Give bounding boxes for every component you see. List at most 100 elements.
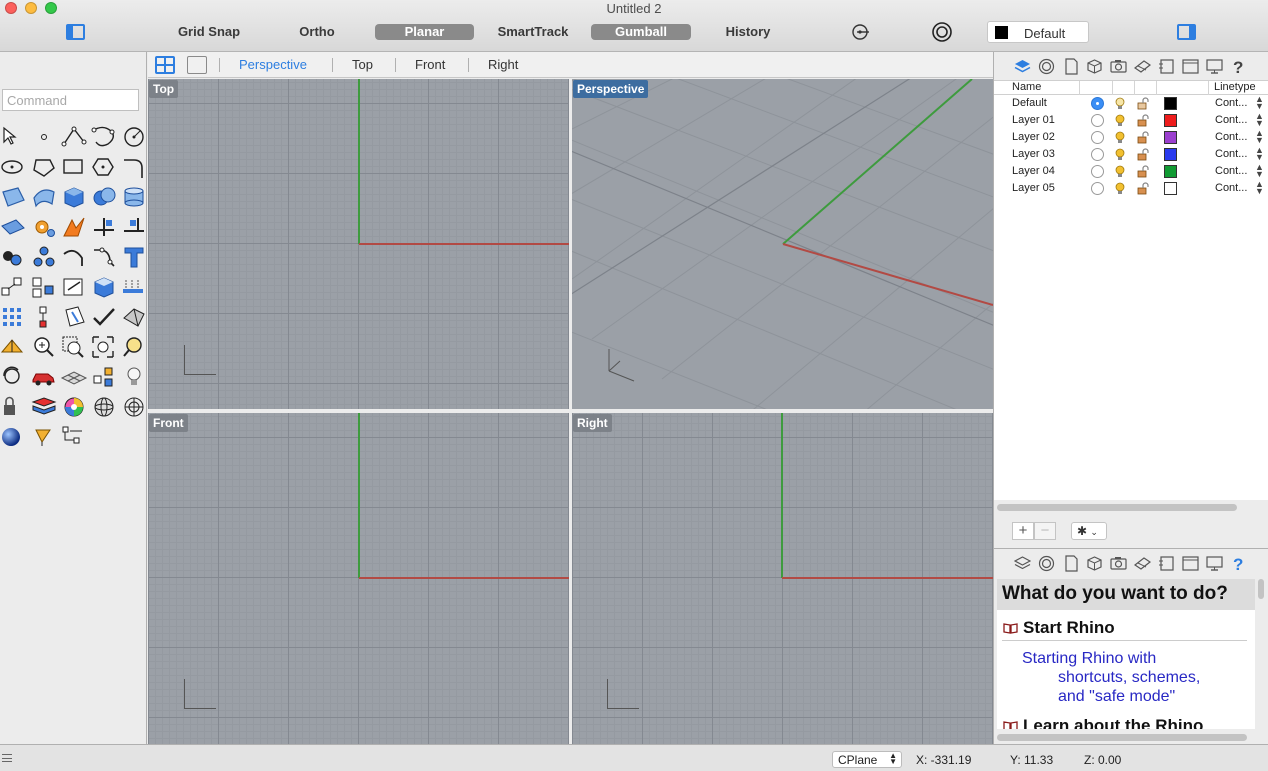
camera-icon[interactable] bbox=[1110, 58, 1127, 75]
linetype-column-header[interactable]: Linetype bbox=[1214, 81, 1256, 93]
current-layer-radio[interactable] bbox=[1091, 182, 1104, 195]
layer-row[interactable]: Layer 03 Cont... ▲ ▼ bbox=[994, 146, 1268, 163]
light-bulb-icon[interactable] bbox=[1115, 148, 1125, 161]
layer-name[interactable]: Layer 05 bbox=[1012, 182, 1055, 194]
command-input[interactable] bbox=[2, 89, 139, 111]
chevron-updown-icon[interactable]: ▲ ▼ bbox=[1255, 112, 1264, 128]
zoom-selected-icon[interactable] bbox=[120, 332, 150, 362]
transform-icon[interactable] bbox=[0, 272, 30, 302]
rebuild-icon[interactable] bbox=[30, 302, 60, 332]
help-horizontal-scrollbar[interactable] bbox=[997, 734, 1247, 741]
help-icon[interactable]: ? bbox=[1230, 555, 1247, 572]
solid-union-icon[interactable] bbox=[90, 182, 120, 212]
chevron-updown-icon[interactable]: ▲ ▼ bbox=[1255, 129, 1264, 145]
layers-horizontal-scrollbar[interactable] bbox=[997, 504, 1237, 511]
chevron-updown-icon[interactable]: ▲ ▼ bbox=[1255, 163, 1264, 179]
single-viewport-layout-icon[interactable] bbox=[187, 56, 207, 74]
starting-rhino-link[interactable]: Starting Rhino with shortcuts, schemes, … bbox=[1022, 649, 1255, 706]
layers-icon[interactable] bbox=[1014, 58, 1031, 75]
layer-linetype[interactable]: Cont... bbox=[1215, 114, 1247, 126]
display-icon[interactable] bbox=[1182, 555, 1199, 572]
document-icon[interactable] bbox=[1063, 58, 1080, 75]
mesh-box-icon[interactable] bbox=[90, 272, 120, 302]
viewport-label[interactable]: Top bbox=[149, 80, 179, 98]
unlock-icon[interactable] bbox=[1137, 114, 1149, 127]
array-icon[interactable] bbox=[30, 272, 60, 302]
chevron-updown-icon[interactable]: ▲ ▼ bbox=[1255, 180, 1264, 196]
layer-color-swatch[interactable] bbox=[1164, 97, 1177, 110]
render-mesh-icon[interactable] bbox=[120, 302, 150, 332]
materials-icon[interactable] bbox=[1134, 555, 1151, 572]
mesh-plane-icon[interactable] bbox=[0, 212, 30, 242]
color-wheel-icon[interactable] bbox=[60, 392, 90, 422]
gear-settings-icon[interactable] bbox=[30, 212, 60, 242]
layer-name[interactable]: Default bbox=[1012, 97, 1047, 109]
cube-icon[interactable] bbox=[1086, 58, 1103, 75]
dimension-icon[interactable] bbox=[60, 272, 90, 302]
layer-color-swatch[interactable] bbox=[1164, 148, 1177, 161]
tab-right[interactable]: Right bbox=[488, 57, 518, 72]
car-icon[interactable] bbox=[30, 362, 60, 392]
blend-curve-icon[interactable] bbox=[90, 242, 120, 272]
current-layer-radio[interactable] bbox=[1091, 165, 1104, 178]
layers-icon[interactable] bbox=[1014, 555, 1031, 572]
material-sphere-icon[interactable] bbox=[0, 422, 30, 452]
pan-icon[interactable] bbox=[0, 332, 30, 362]
wire-globe-icon[interactable] bbox=[120, 392, 150, 422]
layouts-icon[interactable] bbox=[1158, 58, 1175, 75]
check-icon[interactable] bbox=[90, 302, 120, 332]
cube-icon[interactable] bbox=[1086, 555, 1103, 572]
layer-options-button[interactable]: ✱ ⌄ bbox=[1071, 522, 1107, 540]
box-icon[interactable] bbox=[60, 182, 90, 212]
layouts-icon[interactable] bbox=[1158, 555, 1175, 572]
properties-icon[interactable] bbox=[1038, 58, 1055, 75]
polygon-icon[interactable] bbox=[30, 152, 60, 182]
layer-linetype[interactable]: Cont... bbox=[1215, 182, 1247, 194]
monitor-icon[interactable] bbox=[1206, 555, 1223, 572]
viewport-label[interactable]: Perspective bbox=[573, 80, 649, 98]
layer-linetype[interactable]: Cont... bbox=[1215, 148, 1247, 160]
tab-front[interactable]: Front bbox=[415, 57, 445, 72]
rotate-view-icon[interactable] bbox=[0, 362, 30, 392]
light-bulb-icon[interactable] bbox=[1115, 97, 1125, 110]
fillet-curve-icon[interactable] bbox=[120, 152, 150, 182]
lock-icon[interactable] bbox=[0, 392, 30, 422]
hexagon-icon[interactable] bbox=[90, 152, 120, 182]
layer-book-icon[interactable] bbox=[30, 392, 60, 422]
point-icon[interactable] bbox=[30, 122, 60, 152]
camera-icon[interactable] bbox=[1110, 555, 1127, 572]
light-bulb-icon[interactable] bbox=[1115, 182, 1125, 195]
light-bulb-icon[interactable] bbox=[1115, 165, 1125, 178]
layer-row[interactable]: Layer 01 Cont... ▲ ▼ bbox=[994, 112, 1268, 129]
layer-name[interactable]: Layer 03 bbox=[1012, 148, 1055, 160]
name-column-header[interactable]: Name bbox=[1012, 81, 1041, 93]
analyze-icon[interactable] bbox=[60, 302, 90, 332]
arc-icon[interactable] bbox=[60, 242, 90, 272]
select-arrow-icon[interactable] bbox=[0, 122, 30, 152]
chevron-updown-icon[interactable]: ▲ ▼ bbox=[1255, 146, 1264, 162]
tab-top[interactable]: Top bbox=[352, 57, 373, 72]
top-viewport[interactable]: Top bbox=[148, 79, 569, 409]
planar-button[interactable]: Planar bbox=[375, 24, 474, 40]
zoom-in-icon[interactable] bbox=[30, 332, 60, 362]
layer-row[interactable]: Layer 02 Cont... ▲ ▼ bbox=[994, 129, 1268, 146]
layer-linetype[interactable]: Cont... bbox=[1215, 131, 1247, 143]
block-icon[interactable] bbox=[30, 242, 60, 272]
ellipse-icon[interactable] bbox=[0, 152, 30, 182]
viewport-label[interactable]: Right bbox=[573, 414, 612, 432]
extend-icon[interactable] bbox=[120, 212, 150, 242]
unlock-icon[interactable] bbox=[1137, 148, 1149, 161]
loft-surface-icon[interactable] bbox=[30, 182, 60, 212]
perspective-viewport[interactable]: Perspective bbox=[572, 79, 993, 409]
layer-color-swatch[interactable] bbox=[1164, 182, 1177, 195]
four-viewport-layout-icon[interactable] bbox=[155, 56, 175, 74]
rectangle-icon[interactable] bbox=[60, 152, 90, 182]
help-vertical-scrollbar[interactable] bbox=[1258, 579, 1264, 599]
unlock-icon[interactable] bbox=[1137, 97, 1149, 110]
delete-layer-button[interactable]: − bbox=[1034, 522, 1056, 540]
command-history-icon[interactable] bbox=[2, 754, 12, 762]
layer-linetype[interactable]: Cont... bbox=[1215, 165, 1247, 177]
cplane-select[interactable]: CPlane ▲ ▼ bbox=[832, 751, 902, 768]
layer-row[interactable]: Layer 05 Cont... ▲ ▼ bbox=[994, 180, 1268, 197]
grid-plane-icon[interactable] bbox=[60, 362, 90, 392]
